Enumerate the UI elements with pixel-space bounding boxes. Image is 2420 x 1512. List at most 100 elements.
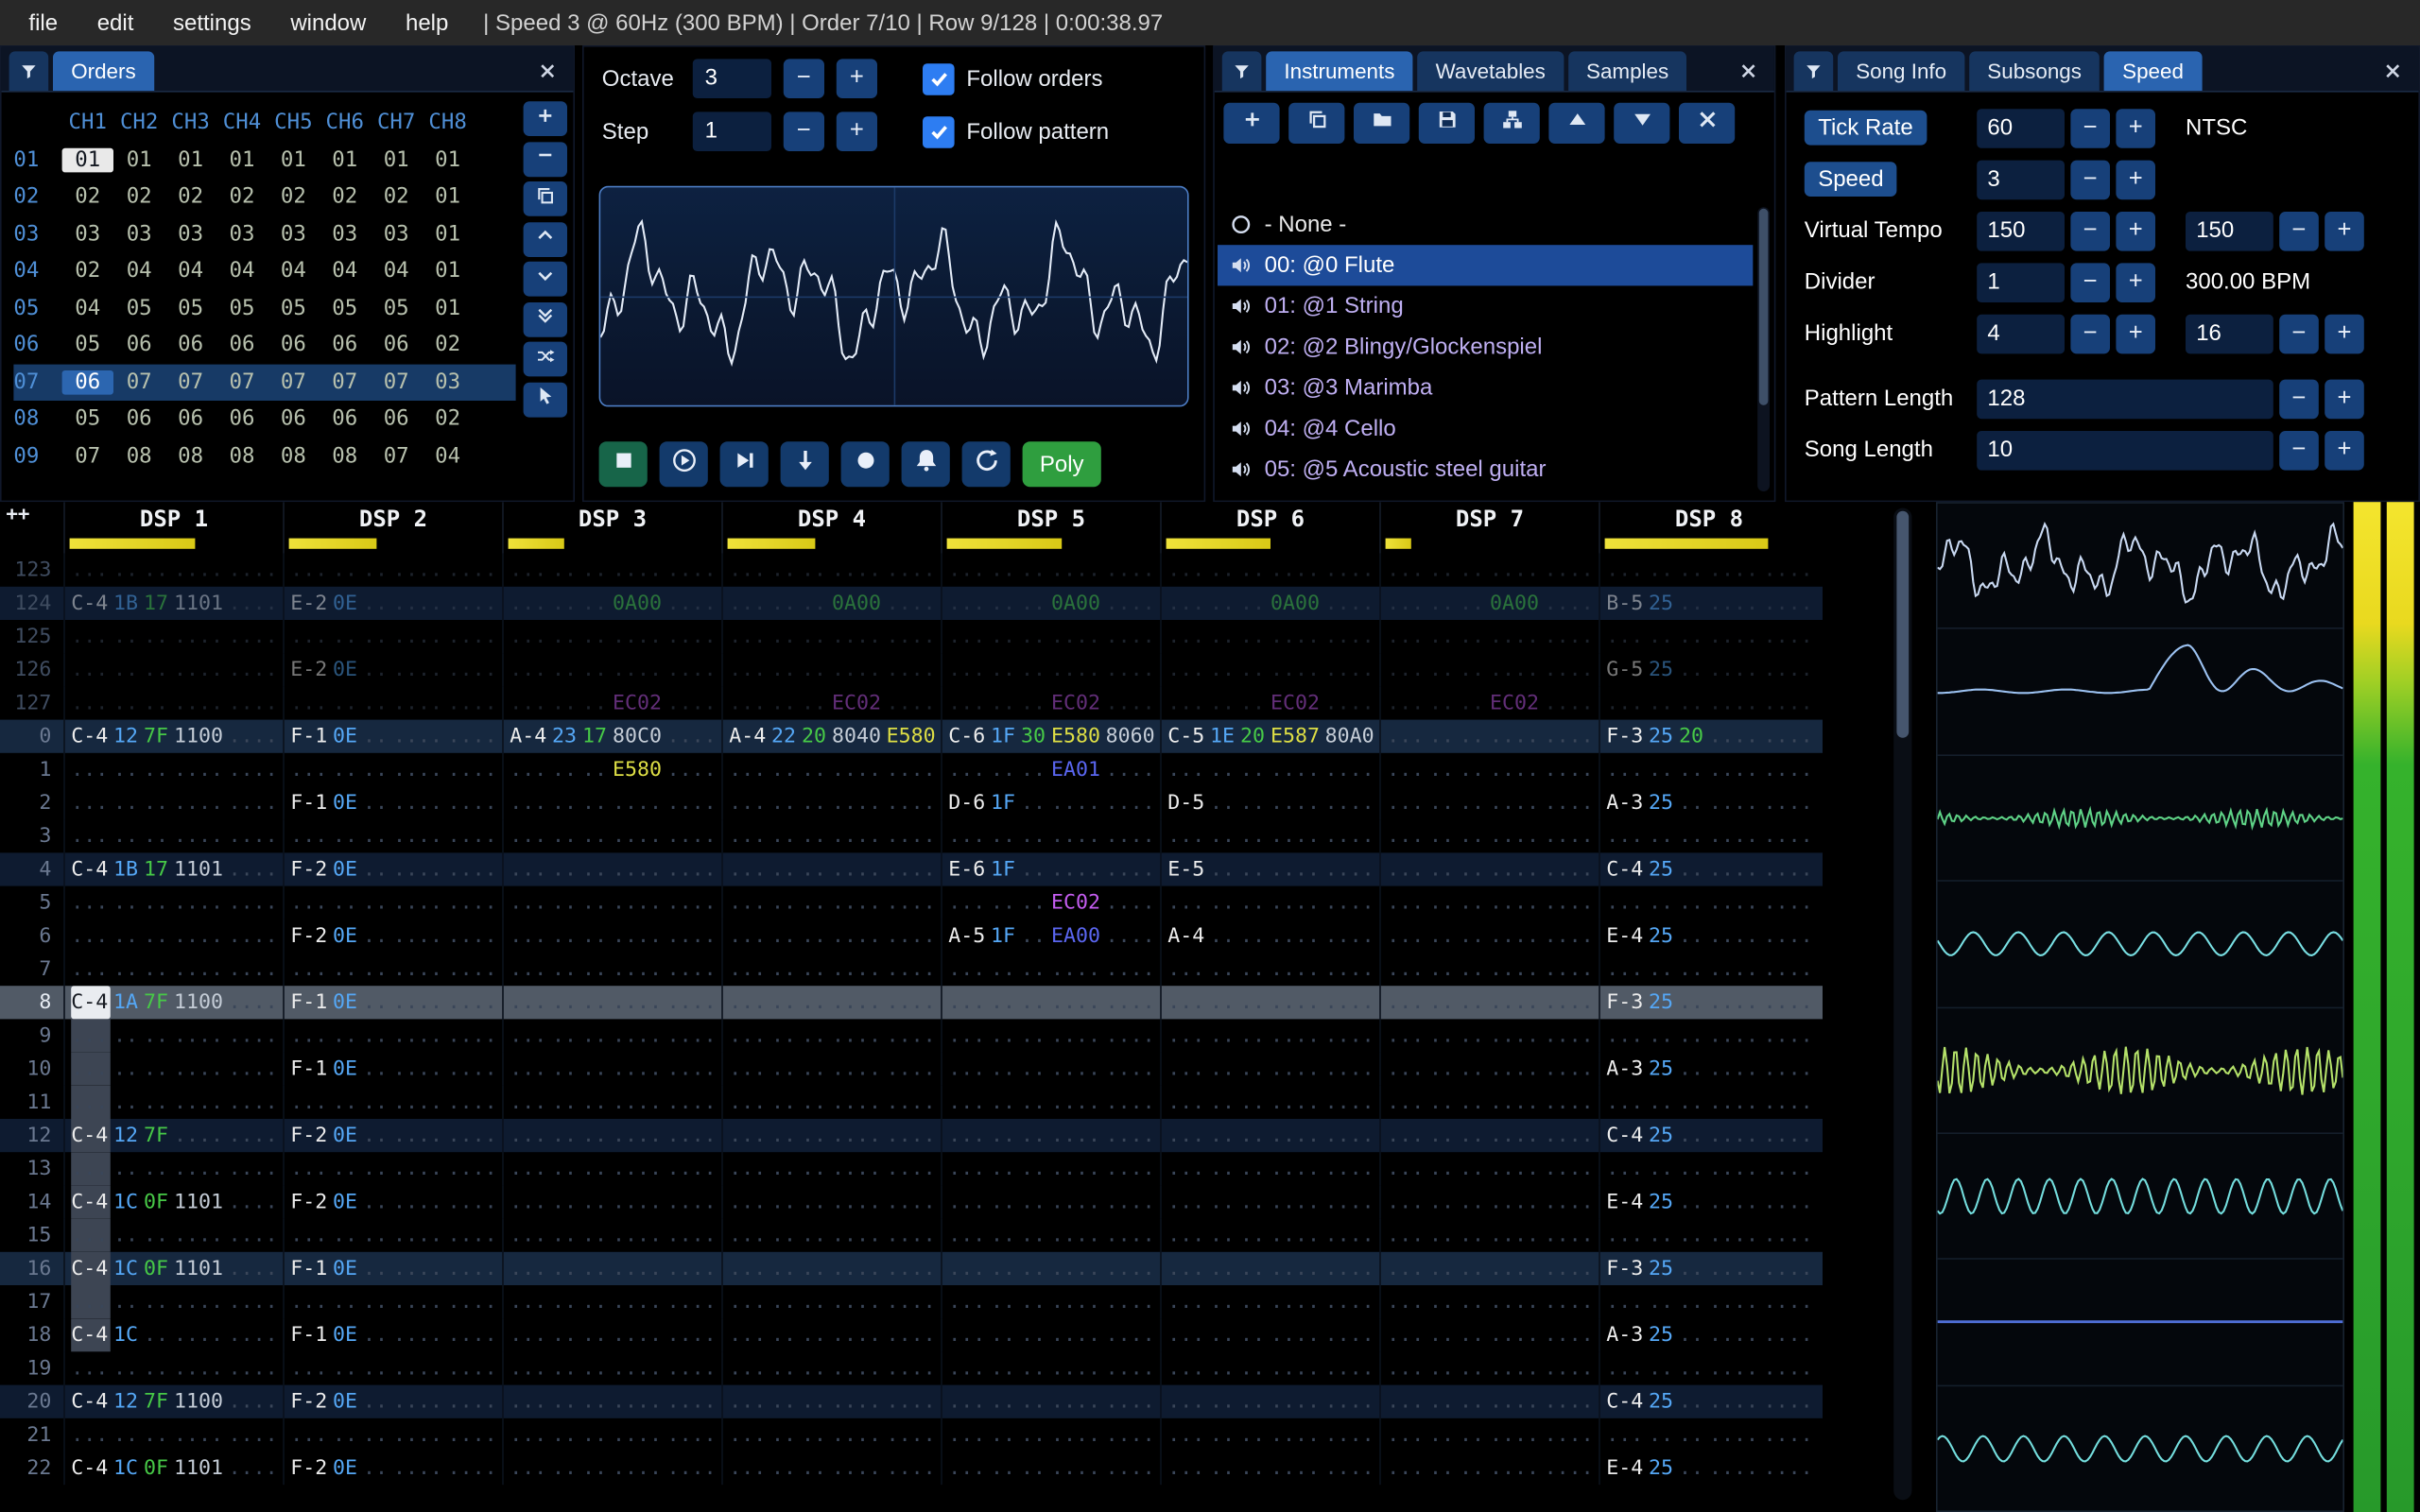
pattern-row[interactable]: 8 C-4 1A 7F 1100.... F-1 0E...................… (0, 986, 1823, 1020)
pattern-cell[interactable]: ............... (1379, 1218, 1599, 1252)
highlight-first-increment-button[interactable]: + (2116, 314, 2155, 353)
instrument-delete-button[interactable] (1679, 102, 1736, 144)
pattern-cell[interactable]: ............... (1379, 653, 1599, 687)
instrument-item[interactable]: 01: @1 String (1218, 285, 1753, 326)
pattern-cell[interactable]: ............... (721, 885, 941, 919)
pattern-cell[interactable]: C-6 1F 30 E580 8060 (941, 719, 1160, 753)
pattern-cell[interactable]: ............... (502, 852, 721, 886)
pattern-cell[interactable]: ............... (721, 1285, 941, 1319)
order-cell[interactable]: 01 (422, 185, 473, 210)
instrument-item[interactable]: 00: @0 Flute (1218, 245, 1754, 286)
pattern-cell[interactable]: C-4 25.......... (1599, 1119, 1818, 1153)
instrument-tree-button[interactable] (1483, 102, 1540, 144)
pattern-cell[interactable]: ............... (283, 1418, 502, 1452)
order-cell[interactable]: 05 (320, 296, 371, 320)
channel-header[interactable]: DSP 3 (502, 502, 721, 554)
order-cell[interactable]: 04 (62, 296, 113, 320)
pattern-cell[interactable]: ............... (721, 1019, 941, 1053)
pattern-cell[interactable]: A-3 25.......... (1599, 1052, 1818, 1086)
instrument-down-button[interactable] (1614, 102, 1670, 144)
order-cell[interactable]: 06 (61, 369, 113, 395)
pattern-cell[interactable]: ............... (63, 1351, 283, 1385)
pattern-cell[interactable]: ............... (941, 953, 1160, 987)
order-cell[interactable]: 05 (164, 296, 216, 320)
metronome-button[interactable] (901, 441, 950, 488)
pattern-cell[interactable]: F-3 25.......... (1599, 1251, 1818, 1285)
pattern-cell[interactable]: ............... (1379, 1384, 1599, 1418)
order-row[interactable]: 05 04 05 05 05 05 05 05 01 (13, 289, 515, 326)
pattern-cell[interactable]: ............... (1599, 1351, 1818, 1385)
pattern-cell[interactable]: ............... (1379, 1418, 1599, 1452)
pattern-row[interactable]: 6............... F-2 0E...................… (0, 919, 1823, 953)
order-cell[interactable]: 06 (164, 333, 216, 357)
pattern-cell[interactable]: F-1 0E.......... (283, 1251, 502, 1285)
pattern-cell[interactable]: ............... (941, 620, 1160, 654)
pattern-cell[interactable]: ....... 0A00.... (721, 586, 941, 620)
pattern-cell[interactable]: ............... (502, 1452, 721, 1486)
pattern-cell[interactable]: ............... (63, 1085, 283, 1119)
pattern-cell[interactable]: ............... (1160, 1218, 1379, 1252)
pattern-cell[interactable]: ............... (1160, 1119, 1379, 1153)
pattern-cell[interactable]: ............... (1379, 1185, 1599, 1219)
pattern-cell[interactable]: ....... 0A00.... (941, 586, 1160, 620)
pattern-cell[interactable]: ............... (502, 1285, 721, 1319)
pattern-cell[interactable]: A-4 23 17 80C0.... (502, 719, 721, 753)
pattern-cell[interactable]: ............... (283, 1285, 502, 1319)
pattern-cell[interactable]: ....... EC02.... (941, 686, 1160, 720)
pattern-cell[interactable]: ....... E580.... (502, 752, 721, 786)
pattern-cell[interactable]: ............... (1160, 1351, 1379, 1385)
poly-button[interactable]: Poly (1022, 441, 1101, 488)
pattern-cell[interactable]: ............... (1379, 953, 1599, 987)
order-cell[interactable]: 04 (268, 259, 319, 284)
pattern-cell[interactable]: F-2 0E.......... (283, 1452, 502, 1486)
follow-pattern-option[interactable]: Follow pattern (923, 115, 1109, 147)
pattern-cell[interactable]: D-5............ (1160, 786, 1379, 820)
pattern-cell[interactable]: ............... (1160, 819, 1379, 853)
pattern-cell[interactable]: ............... (1160, 986, 1379, 1020)
window-filter-icon[interactable] (1793, 51, 1834, 91)
order-shuffle-button[interactable] (522, 341, 567, 377)
order-cell[interactable]: 01 (113, 147, 164, 172)
pattern-cell[interactable]: ............... (283, 752, 502, 786)
pattern-cell[interactable]: ............... (1599, 1019, 1818, 1053)
pattern-cell[interactable]: ............... (1379, 553, 1599, 587)
pattern-cell[interactable]: ............... (941, 1384, 1160, 1418)
channel-header[interactable]: DSP 6 (1160, 502, 1379, 554)
pattern-cell[interactable]: C-4 25.......... (1599, 1384, 1818, 1418)
order-cell[interactable]: 07 (113, 370, 164, 395)
pattern-cell[interactable]: C-4 1C.......... (63, 1318, 283, 1352)
pattern-cell[interactable]: ....... EC02.... (941, 885, 1160, 919)
pattern-cell[interactable]: ............... (1160, 1185, 1379, 1219)
pattern-cell[interactable]: ............... (941, 1251, 1160, 1285)
pattern-cell[interactable]: ............... (721, 1384, 941, 1418)
pattern-cell[interactable]: ............... (941, 1418, 1160, 1452)
speed-decrement-button[interactable]: − (2070, 159, 2110, 199)
instrument-item[interactable]: 06: @6 Trumpet (1218, 490, 1753, 497)
pattern-cell[interactable]: ............... (1599, 752, 1818, 786)
pattern-cell[interactable]: ............... (502, 1152, 721, 1186)
pattern-cell[interactable]: ............... (941, 1019, 1160, 1053)
pattern-cell[interactable]: F-2 0E.......... (283, 1119, 502, 1153)
pattern-cell[interactable]: ............... (63, 553, 283, 587)
pattern-row[interactable]: 4 C-4 1B 17 1101.... F-2 0E...................… (0, 852, 1823, 886)
instrument-list-scrollbar[interactable] (1757, 207, 1770, 491)
pattern-cell[interactable]: C-5 1E 20 E587 80A0 (1160, 719, 1379, 753)
pattern-cell[interactable]: ............... (1160, 620, 1379, 654)
tab-instruments[interactable]: Instruments (1266, 51, 1413, 91)
order-cell[interactable]: 03 (216, 222, 268, 247)
pattern-cell[interactable]: ............... (1599, 1152, 1818, 1186)
pattern-cell[interactable]: ............... (1379, 1119, 1599, 1153)
tick-rate-decrement-button[interactable]: − (2070, 108, 2110, 147)
pattern-cell[interactable]: ....... 0A00.... (1160, 586, 1379, 620)
pattern-cell[interactable]: F-2 0E.......... (283, 919, 502, 953)
tab-wavetables[interactable]: Wavetables (1417, 51, 1564, 91)
order-row[interactable]: 08 05 06 06 06 06 06 06 02 (13, 401, 515, 438)
pattern-cell[interactable]: ............... (63, 885, 283, 919)
pattern-cell[interactable]: ............... (1160, 653, 1379, 687)
pattern-cell[interactable]: B-5 25.......... (1599, 586, 1818, 620)
pattern-cell[interactable]: ............... (941, 1452, 1160, 1486)
pattern-cell[interactable]: ............... (1160, 953, 1379, 987)
virtual-tempo-num-increment-button[interactable]: + (2116, 211, 2155, 250)
order-cell[interactable]: 05 (62, 407, 113, 432)
order-cell[interactable]: 02 (268, 185, 319, 210)
